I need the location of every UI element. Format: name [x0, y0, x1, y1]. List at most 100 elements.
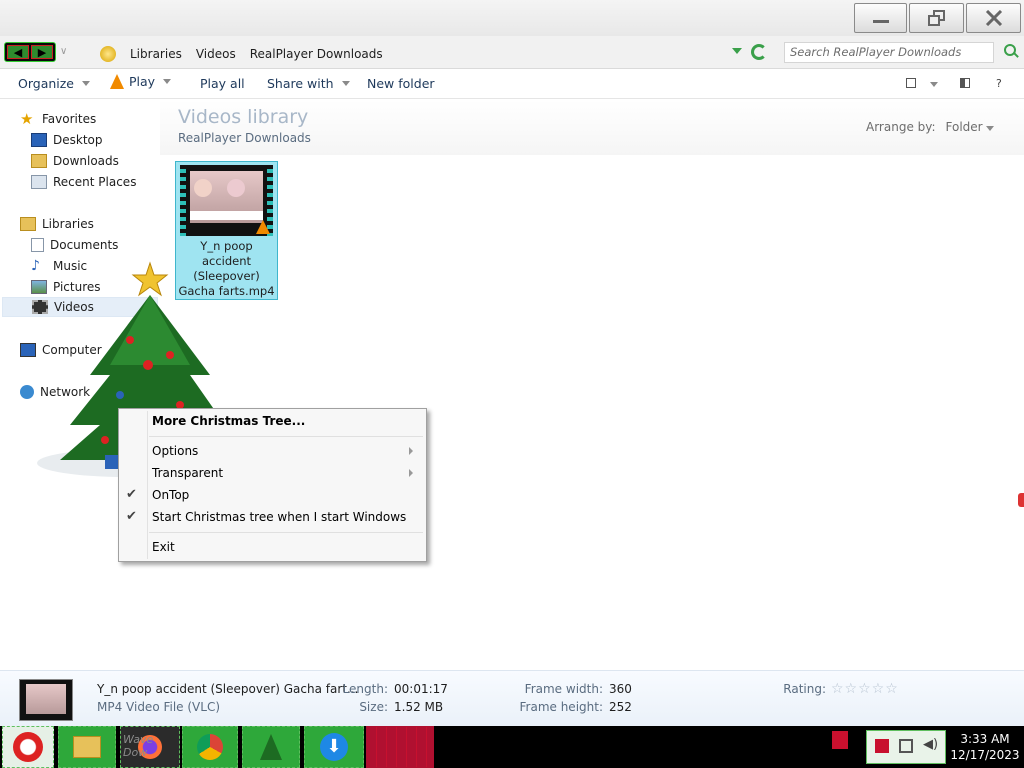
organize-button[interactable]: Organize [18, 76, 90, 91]
sidebar-label: Libraries [42, 217, 94, 231]
library-subtitle: RealPlayer Downloads [178, 131, 311, 145]
library-title: Videos library [178, 106, 309, 128]
sidebar-item-desktop[interactable]: Desktop [31, 130, 103, 150]
volume-icon[interactable]: ◀) [923, 737, 938, 752]
sidebar-item-documents[interactable]: Documents [31, 235, 118, 255]
frame-width-value: 360 [609, 682, 632, 696]
chevron-down-icon [82, 81, 90, 86]
details-file-name: Y_n poop accident (Sleepover) Gacha fart… [97, 682, 359, 696]
start-button[interactable] [2, 726, 54, 768]
new-folder-label: New folder [367, 76, 435, 91]
taskbar-christmas-tree-button[interactable] [242, 726, 300, 768]
downloads-folder-icon [31, 154, 47, 168]
notification-area: ◀) [866, 730, 946, 764]
context-menu: More Christmas Tree... Options Transpare… [118, 408, 427, 562]
arrange-by: Arrange by: Folder [866, 120, 994, 134]
submenu-arrow-icon [409, 447, 413, 455]
sidebar-item-favorites[interactable]: ★ Favorites [20, 109, 96, 129]
chevron-down-icon [163, 79, 172, 84]
taskbar: Wave Dow ⬇ ◀) 3:33 AM 12/17/2023 [0, 726, 1024, 768]
action-center-icon[interactable] [875, 739, 889, 753]
restore-button[interactable] [909, 3, 964, 33]
rating-stars[interactable]: ☆☆☆☆☆ [831, 681, 899, 697]
star-icon: ★ [20, 110, 34, 128]
minimize-button[interactable] [854, 3, 907, 33]
play-button[interactable]: Play [110, 74, 172, 89]
frame-width-label: Frame width: [524, 682, 603, 696]
menu-item-more-christmas-tree[interactable]: More Christmas Tree... [152, 412, 305, 430]
share-with-label: Share with [267, 76, 334, 91]
sidebar-label: Recent Places [53, 175, 137, 189]
sidebar-item-libraries[interactable]: Libraries [20, 214, 94, 234]
desktop-pet-fragment [1018, 493, 1024, 507]
submenu-arrow-icon [409, 469, 413, 477]
menu-item-start-with-windows[interactable]: Start Christmas tree when I start Window… [152, 508, 406, 526]
close-icon [985, 10, 1002, 26]
address-dropdown-icon[interactable] [732, 48, 742, 54]
change-view-icon[interactable] [906, 78, 916, 88]
preview-pane-icon[interactable] [960, 78, 970, 88]
arrange-by-dropdown[interactable]: Folder [946, 120, 994, 134]
tray-flag-icon[interactable] [832, 731, 848, 749]
santa-icon [13, 732, 43, 762]
desktop-icon [31, 133, 47, 147]
taskbar-firefox-button[interactable]: Wave Dow [120, 726, 180, 768]
forward-button[interactable]: ▶ [31, 45, 53, 59]
taskbar-download-button[interactable]: ⬇ [304, 726, 364, 768]
menu-item-transparent[interactable]: Transparent [152, 464, 223, 482]
minimize-icon [872, 19, 889, 23]
libraries-icon [20, 217, 36, 231]
arrange-by-label: Arrange by: [866, 120, 936, 134]
breadcrumb-videos[interactable]: Videos [196, 47, 236, 61]
address-bar-row: ◀ ▶ ∨ Libraries Videos RealPlayer Downlo… [0, 36, 1024, 69]
menu-item-exit[interactable]: Exit [152, 538, 175, 556]
vlc-badge-icon [256, 220, 270, 234]
taskbar-chrome-button[interactable] [182, 726, 238, 768]
tree-icon [260, 734, 282, 760]
length-label: Length: [342, 682, 388, 696]
menu-divider [149, 532, 423, 533]
command-bar: Organize Play Play all Share with New fo… [0, 69, 1024, 99]
play-label: Play [129, 74, 156, 89]
sidebar-item-recent-places[interactable]: Recent Places [31, 172, 136, 192]
taskbar-faded-text: Wave Dow [123, 733, 154, 759]
chrome-icon [197, 734, 223, 760]
new-folder-button[interactable]: New folder [367, 76, 435, 91]
sidebar-label: Favorites [42, 112, 97, 126]
libraries-folder-icon [100, 46, 116, 62]
refresh-icon[interactable] [751, 44, 767, 60]
sidebar-label: Downloads [53, 154, 119, 168]
play-all-button[interactable]: Play all [200, 76, 245, 91]
checkmark-icon: ✔ [126, 509, 137, 524]
search-icon[interactable] [1004, 44, 1016, 56]
view-options-chevron-icon[interactable] [930, 82, 938, 87]
restore-icon [927, 10, 946, 26]
size-label: Size: [359, 700, 388, 714]
sidebar-item-downloads[interactable]: Downloads [31, 151, 119, 171]
vlc-icon [110, 74, 124, 89]
menu-divider [149, 436, 423, 437]
breadcrumb-libraries[interactable]: Libraries [130, 47, 182, 61]
menu-item-ontop[interactable]: OnTop [152, 486, 189, 504]
checkmark-icon: ✔ [126, 487, 137, 502]
taskbar-explorer-button[interactable] [58, 726, 116, 768]
breadcrumb-realplayer-downloads[interactable]: RealPlayer Downloads [250, 47, 383, 61]
nav-buttons: ◀ ▶ [4, 42, 56, 62]
menu-item-options[interactable]: Options [152, 442, 198, 460]
taskbar-empty-slot[interactable] [366, 726, 434, 768]
download-icon: ⬇ [320, 733, 348, 761]
close-button[interactable] [966, 3, 1021, 33]
title-bar [0, 0, 1024, 36]
sidebar-label: Documents [50, 238, 119, 252]
search-input[interactable]: Search RealPlayer Downloads [784, 42, 994, 63]
length-value: 00:01:17 [394, 682, 448, 696]
rating-label: Rating: [783, 682, 826, 696]
details-file-type: MP4 Video File (VLC) [97, 700, 221, 714]
recent-pages-dropdown[interactable]: ∨ [60, 46, 67, 57]
back-button[interactable]: ◀ [7, 45, 29, 59]
help-icon[interactable]: ? [996, 77, 1002, 90]
breadcrumb: Libraries Videos RealPlayer Downloads [100, 44, 383, 64]
share-with-button[interactable]: Share with [267, 76, 350, 91]
network-tray-icon[interactable] [899, 739, 913, 753]
taskbar-clock[interactable]: 3:33 AM 12/17/2023 [946, 731, 1024, 763]
